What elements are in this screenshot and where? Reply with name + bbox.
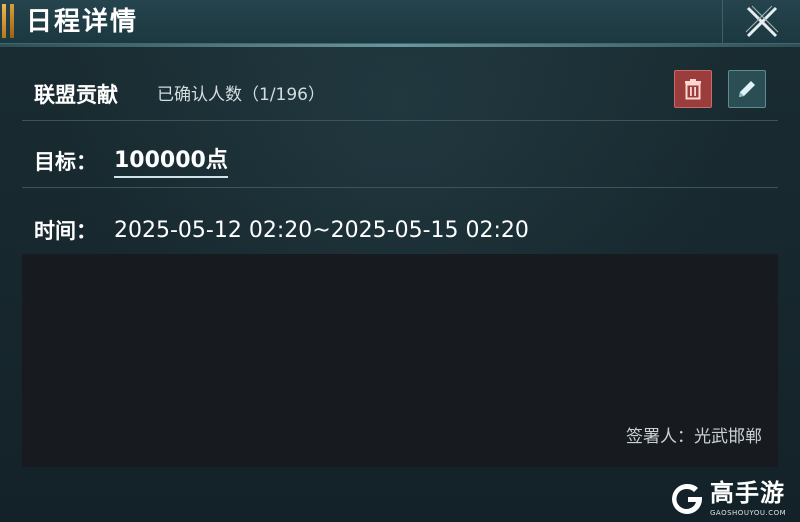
goal-value: 100000点 [114,144,228,178]
divider [22,187,778,188]
dialog-header: 日程详情 [0,0,800,44]
close-x-icon [745,5,778,38]
time-value: 2025-05-12 02:20~2025-05-15 02:20 [114,218,529,243]
header-divider [0,44,800,47]
confirmed-count: 已确认人数（1/196） [157,85,325,105]
dialog-title: 日程详情 [26,7,139,37]
brand-logo-icon [672,483,702,514]
pencil-icon [739,81,755,97]
header-accent-icon [2,4,20,38]
event-content-box: 签署人：光武邯郸 [22,254,778,467]
watermark-domain: GAOSHOUYOU.COM [710,509,787,517]
signer-text: 签署人：光武邯郸 [626,427,762,447]
close-button[interactable] [722,0,800,44]
divider [22,120,778,121]
event-name: 联盟贡献 [34,83,118,107]
trash-icon [685,79,701,100]
watermark-brand: 高手游 [710,479,785,507]
goal-label: 目标： [34,150,97,174]
watermark: 高手游 GAOSHOUYOU.COM [668,478,796,520]
time-label: 时间： [34,219,97,243]
edit-button[interactable] [728,70,766,108]
delete-button[interactable] [674,70,712,108]
